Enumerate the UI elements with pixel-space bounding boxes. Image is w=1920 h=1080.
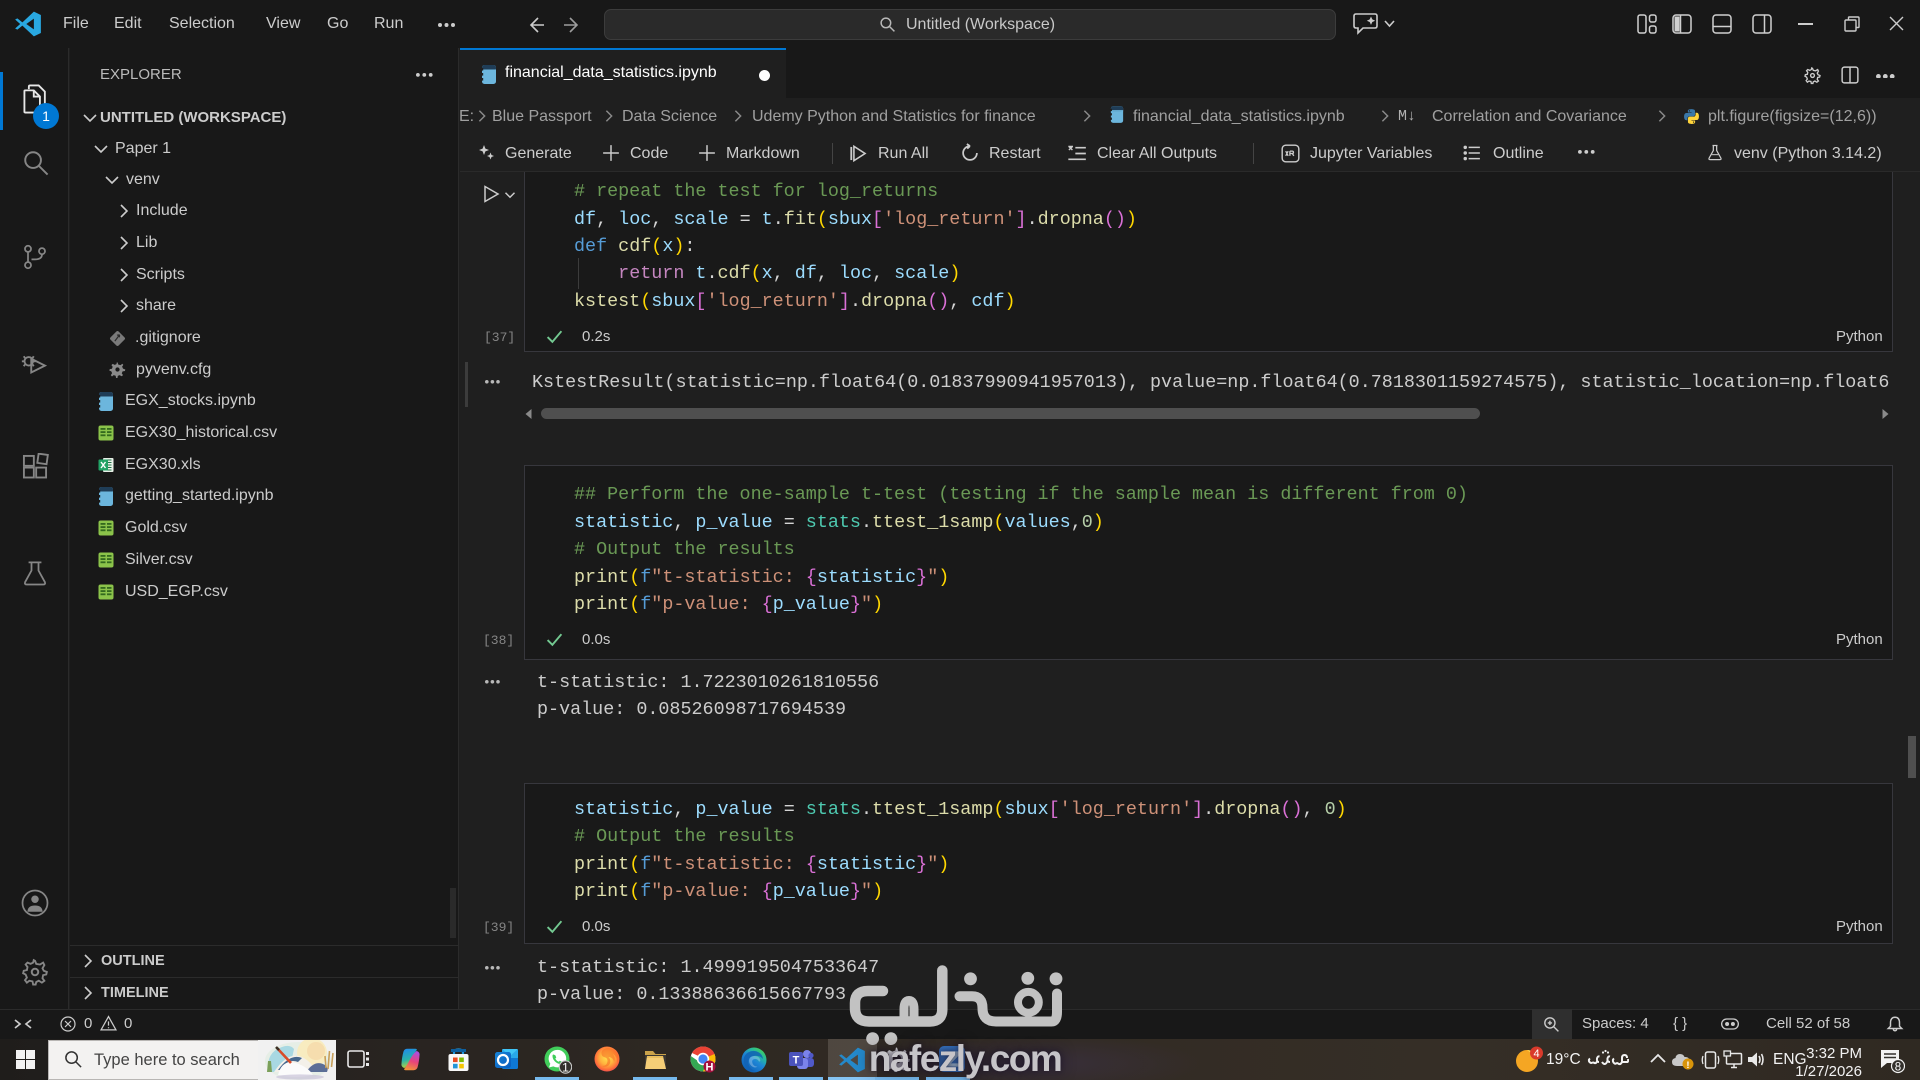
svg-text:8: 8	[1895, 1061, 1901, 1073]
svg-text:H: H	[706, 1062, 714, 1073]
svg-text:!: !	[1686, 1060, 1689, 1070]
svg-text:T: T	[793, 1055, 800, 1067]
svg-text:4: 4	[1533, 1048, 1539, 1060]
svg-text:1: 1	[562, 1060, 569, 1074]
